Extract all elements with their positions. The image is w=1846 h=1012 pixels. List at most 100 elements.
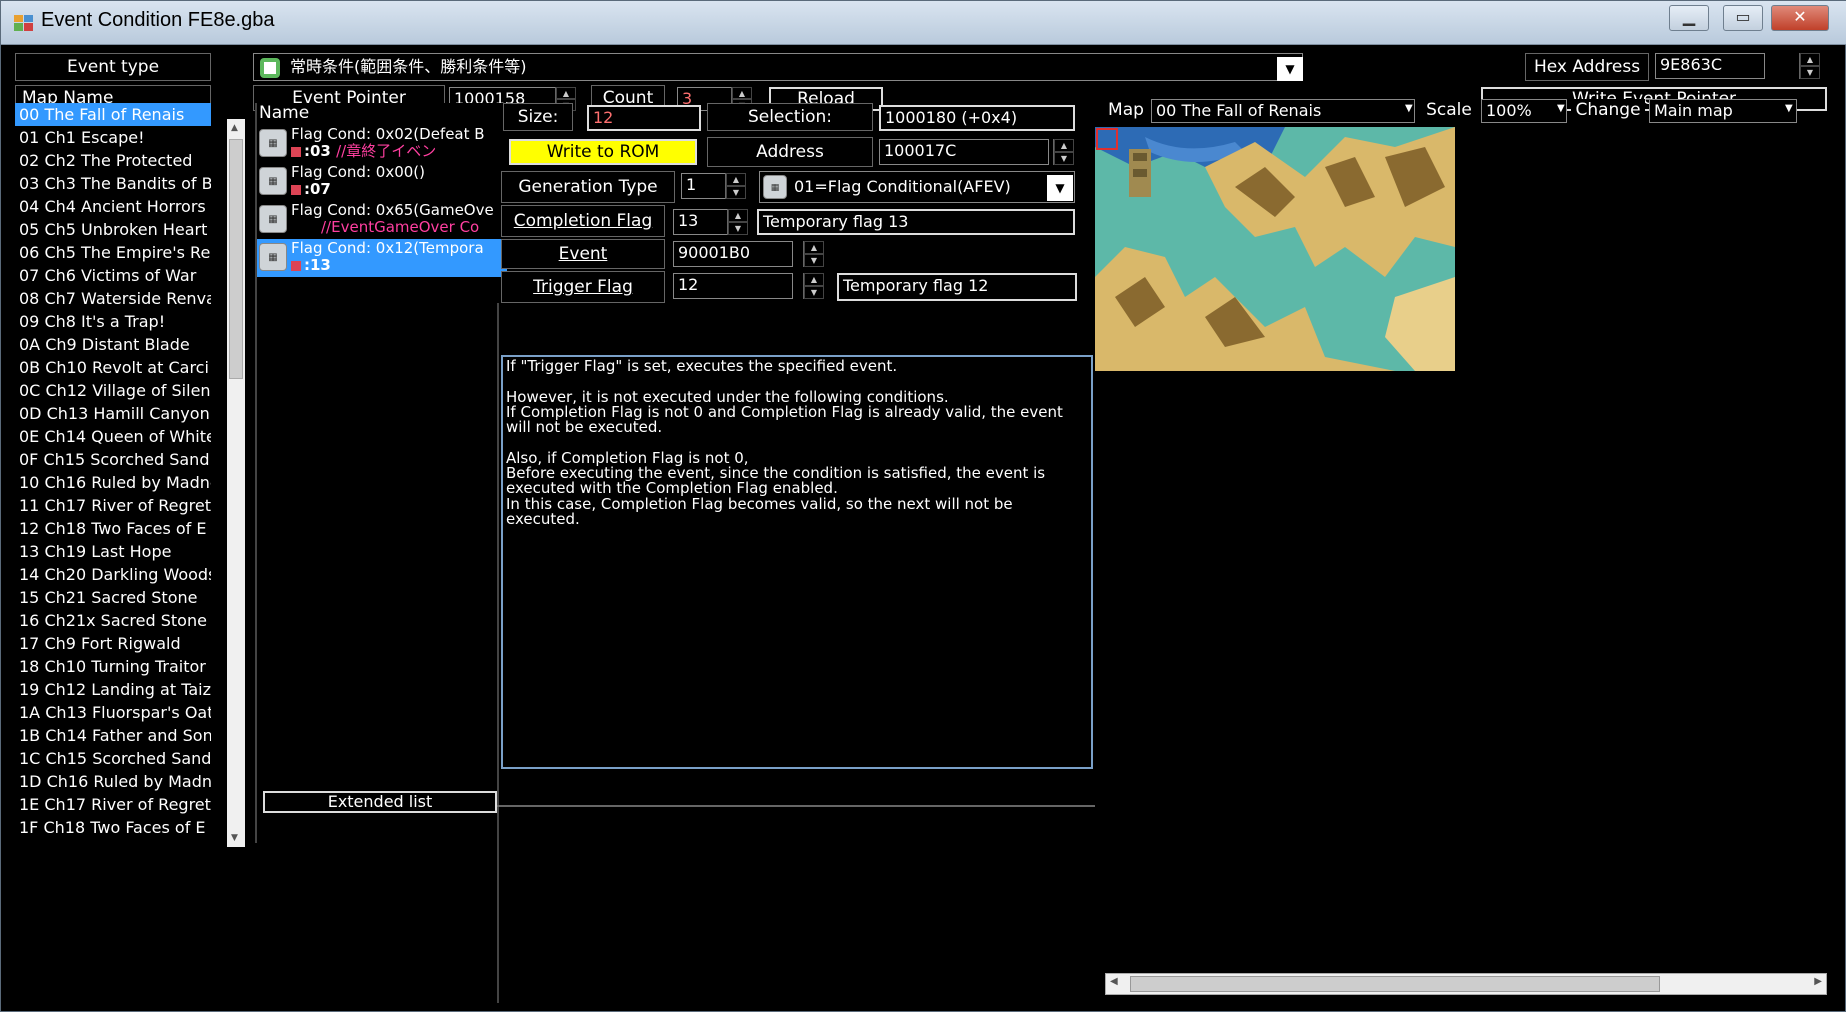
map-list-item[interactable]: 0A Ch9 Distant Blade [15,333,211,356]
spin-down-icon[interactable]: ▼ [726,186,746,199]
spin-up-icon[interactable]: ▲ [732,87,752,99]
generation-type-input[interactable]: 1 [681,173,727,199]
map-list-scrollbar[interactable]: ▲ ▼ [227,119,245,847]
event-item-id: :03 [304,142,331,160]
scroll-right-icon[interactable]: ▶ [1814,976,1822,987]
close-button[interactable]: ✕ [1771,5,1829,31]
spin-down-icon[interactable]: ▼ [1054,152,1074,165]
event-type-select[interactable]: 常時条件(範囲条件、勝利条件等) [253,53,1303,81]
map-list-item[interactable]: 1D Ch16 Ruled by Madne [15,770,211,793]
maximize-button[interactable]: ▭ [1723,5,1763,31]
spin-up-icon[interactable]: ▲ [726,173,746,186]
change-select-value: Main map [1654,101,1733,120]
event-spinner[interactable]: ▲ ▼ [803,241,825,267]
scale-dropdown-icon[interactable]: ▼ [1557,103,1565,114]
map-list-item[interactable]: 12 Ch18 Two Faces of E [15,517,211,540]
app-icon [14,15,33,31]
event-list-item[interactable]: ▦ Flag Cond: 0x12(Tempora:13 [257,239,507,277]
map-list[interactable]: 00 The Fall of Renais 01 Ch1 Escape! 02 Ch… [15,103,211,839]
map-list-item[interactable]: 18 Ch10 Turning Traitor [15,655,211,678]
description-textarea[interactable]: If "Trigger Flag" is set, executes the s… [501,355,1093,769]
map-horizontal-scrollbar[interactable]: ◀ ▶ [1105,973,1827,995]
minimize-button[interactable]: ▁ [1669,5,1709,31]
map-list-item[interactable]: 02 Ch2 The Protected [15,149,211,172]
event-list[interactable]: ▦ Flag Cond: 0x02(Defeat B:03 //章終了イベン ▦ Fl… [257,125,507,765]
hex-address-spinner[interactable]: ▲ ▼ [1799,53,1821,79]
scroll-up-icon[interactable]: ▲ [231,123,238,133]
spin-up-icon[interactable]: ▲ [804,273,824,286]
map-list-item[interactable]: 16 Ch21x Sacred Stone [15,609,211,632]
map-scroll-thumb[interactable] [1130,976,1660,992]
event-item-title: Flag Cond: 0x12(Tempora [291,239,484,257]
change-dropdown-icon[interactable]: ▼ [1785,103,1793,114]
map-list-item[interactable]: 07 Ch6 Victims of War [15,264,211,287]
address-spinner[interactable]: ▲ ▼ [1053,139,1075,165]
event-item-title: Flag Cond: 0x65(GameOve [291,201,494,219]
map-list-item[interactable]: 1A Ch13 Fluorspar's Oat [15,701,211,724]
map-list-item[interactable]: 0E Ch14 Queen of White [15,425,211,448]
spin-down-icon[interactable]: ▼ [804,254,824,267]
map-list-item[interactable]: 0C Ch12 Village of Silenc [15,379,211,402]
size-input[interactable]: 12 [587,105,701,131]
scroll-left-icon[interactable]: ◀ [1110,976,1118,987]
map-list-item[interactable]: 19 Ch12 Landing at Taize [15,678,211,701]
map-preview[interactable] [1095,127,1455,371]
map-list-item[interactable]: 06 Ch5 The Empire's Rea [15,241,211,264]
map-list-item[interactable]: 0F Ch15 Scorched Sand [15,448,211,471]
event-type-dropdown-icon[interactable]: ▼ [1277,57,1303,81]
event-list-item[interactable]: ▦ Flag Cond: 0x00():07 [257,163,507,201]
map-list-item[interactable]: 11 Ch17 River of Regrets [15,494,211,517]
generation-type-spinner[interactable]: ▲ ▼ [725,173,747,199]
map-list-item[interactable]: 1B Ch14 Father and Son [15,724,211,747]
spin-down-icon[interactable]: ▼ [1800,66,1820,79]
event-link[interactable]: Event [501,239,665,269]
trigger-flag-input[interactable]: 12 [673,273,793,299]
scale-select[interactable]: 100% [1481,99,1567,123]
completion-flag-spinner[interactable]: ▲ ▼ [727,209,749,235]
completion-flag-link[interactable]: Completion Flag [501,205,665,237]
map-list-item[interactable]: 15 Ch21 Sacred Stone [15,586,211,609]
change-select[interactable]: Main map [1649,99,1797,123]
scroll-down-icon[interactable]: ▼ [231,833,238,843]
address-input[interactable]: 100017C [879,139,1049,165]
map-list-item[interactable]: 0D Ch13 Hamill Canyon [15,402,211,425]
completion-flag-input[interactable]: 13 [673,209,733,235]
extended-list-button[interactable]: Extended list [263,791,497,813]
map-list-item[interactable]: 04 Ch4 Ancient Horrors [15,195,211,218]
event-input[interactable]: 90001B0 [673,241,793,267]
spin-up-icon[interactable]: ▲ [556,87,576,99]
write-to-rom-button[interactable]: Write to ROM [509,139,697,165]
condition-type-dropdown-icon[interactable]: ▼ [1047,175,1073,201]
map-list-item[interactable]: 00 The Fall of Renais [15,103,211,126]
map-list-item[interactable]: 1E Ch17 River of Regrets [15,793,211,816]
selection-value: 1000180 (+0x4) [879,105,1075,131]
spin-down-icon[interactable]: ▼ [804,286,824,299]
event-list-item[interactable]: ▦ Flag Cond: 0x02(Defeat B:03 //章終了イベン [257,125,507,163]
map-list-item[interactable]: 14 Ch20 Darkling Woods [15,563,211,586]
event-type-value: 常時条件(範囲条件、勝利条件等) [290,57,527,76]
map-select[interactable]: 00 The Fall of Renais [1151,99,1415,123]
map-list-scroll-thumb[interactable] [229,139,243,379]
map-list-item[interactable]: 13 Ch19 Last Hope [15,540,211,563]
event-list-item[interactable]: ▦ Flag Cond: 0x65(GameOve//EventGameOver … [257,201,507,239]
trigger-flag-link[interactable]: Trigger Flag [501,271,665,303]
map-list-item[interactable]: 03 Ch3 The Bandits of B [15,172,211,195]
map-list-item[interactable]: 0B Ch10 Revolt at Carci [15,356,211,379]
map-dropdown-icon[interactable]: ▼ [1405,103,1413,114]
spin-up-icon[interactable]: ▲ [1800,53,1820,66]
map-list-item[interactable]: 01 Ch1 Escape! [15,126,211,149]
map-list-item[interactable]: 09 Ch8 It's a Trap! [15,310,211,333]
map-list-item[interactable]: 1F Ch18 Two Faces of E [15,816,211,839]
hex-address-input[interactable]: 9E863C [1655,53,1765,79]
map-list-item[interactable]: 1C Ch15 Scorched Sand [15,747,211,770]
spin-up-icon[interactable]: ▲ [728,209,748,222]
map-list-item[interactable]: 17 Ch9 Fort Rigwald [15,632,211,655]
map-list-item[interactable]: 05 Ch5 Unbroken Heart [15,218,211,241]
spin-up-icon[interactable]: ▲ [1054,139,1074,152]
map-list-item[interactable]: 08 Ch7 Waterside Renvall [15,287,211,310]
spin-up-icon[interactable]: ▲ [804,241,824,254]
map-list-item[interactable]: 10 Ch16 Ruled by Madne [15,471,211,494]
spin-down-icon[interactable]: ▼ [728,222,748,235]
trigger-flag-spinner[interactable]: ▲ ▼ [803,273,825,299]
condition-type-select[interactable]: 01=Flag Conditional(AFEV) [759,171,1075,203]
